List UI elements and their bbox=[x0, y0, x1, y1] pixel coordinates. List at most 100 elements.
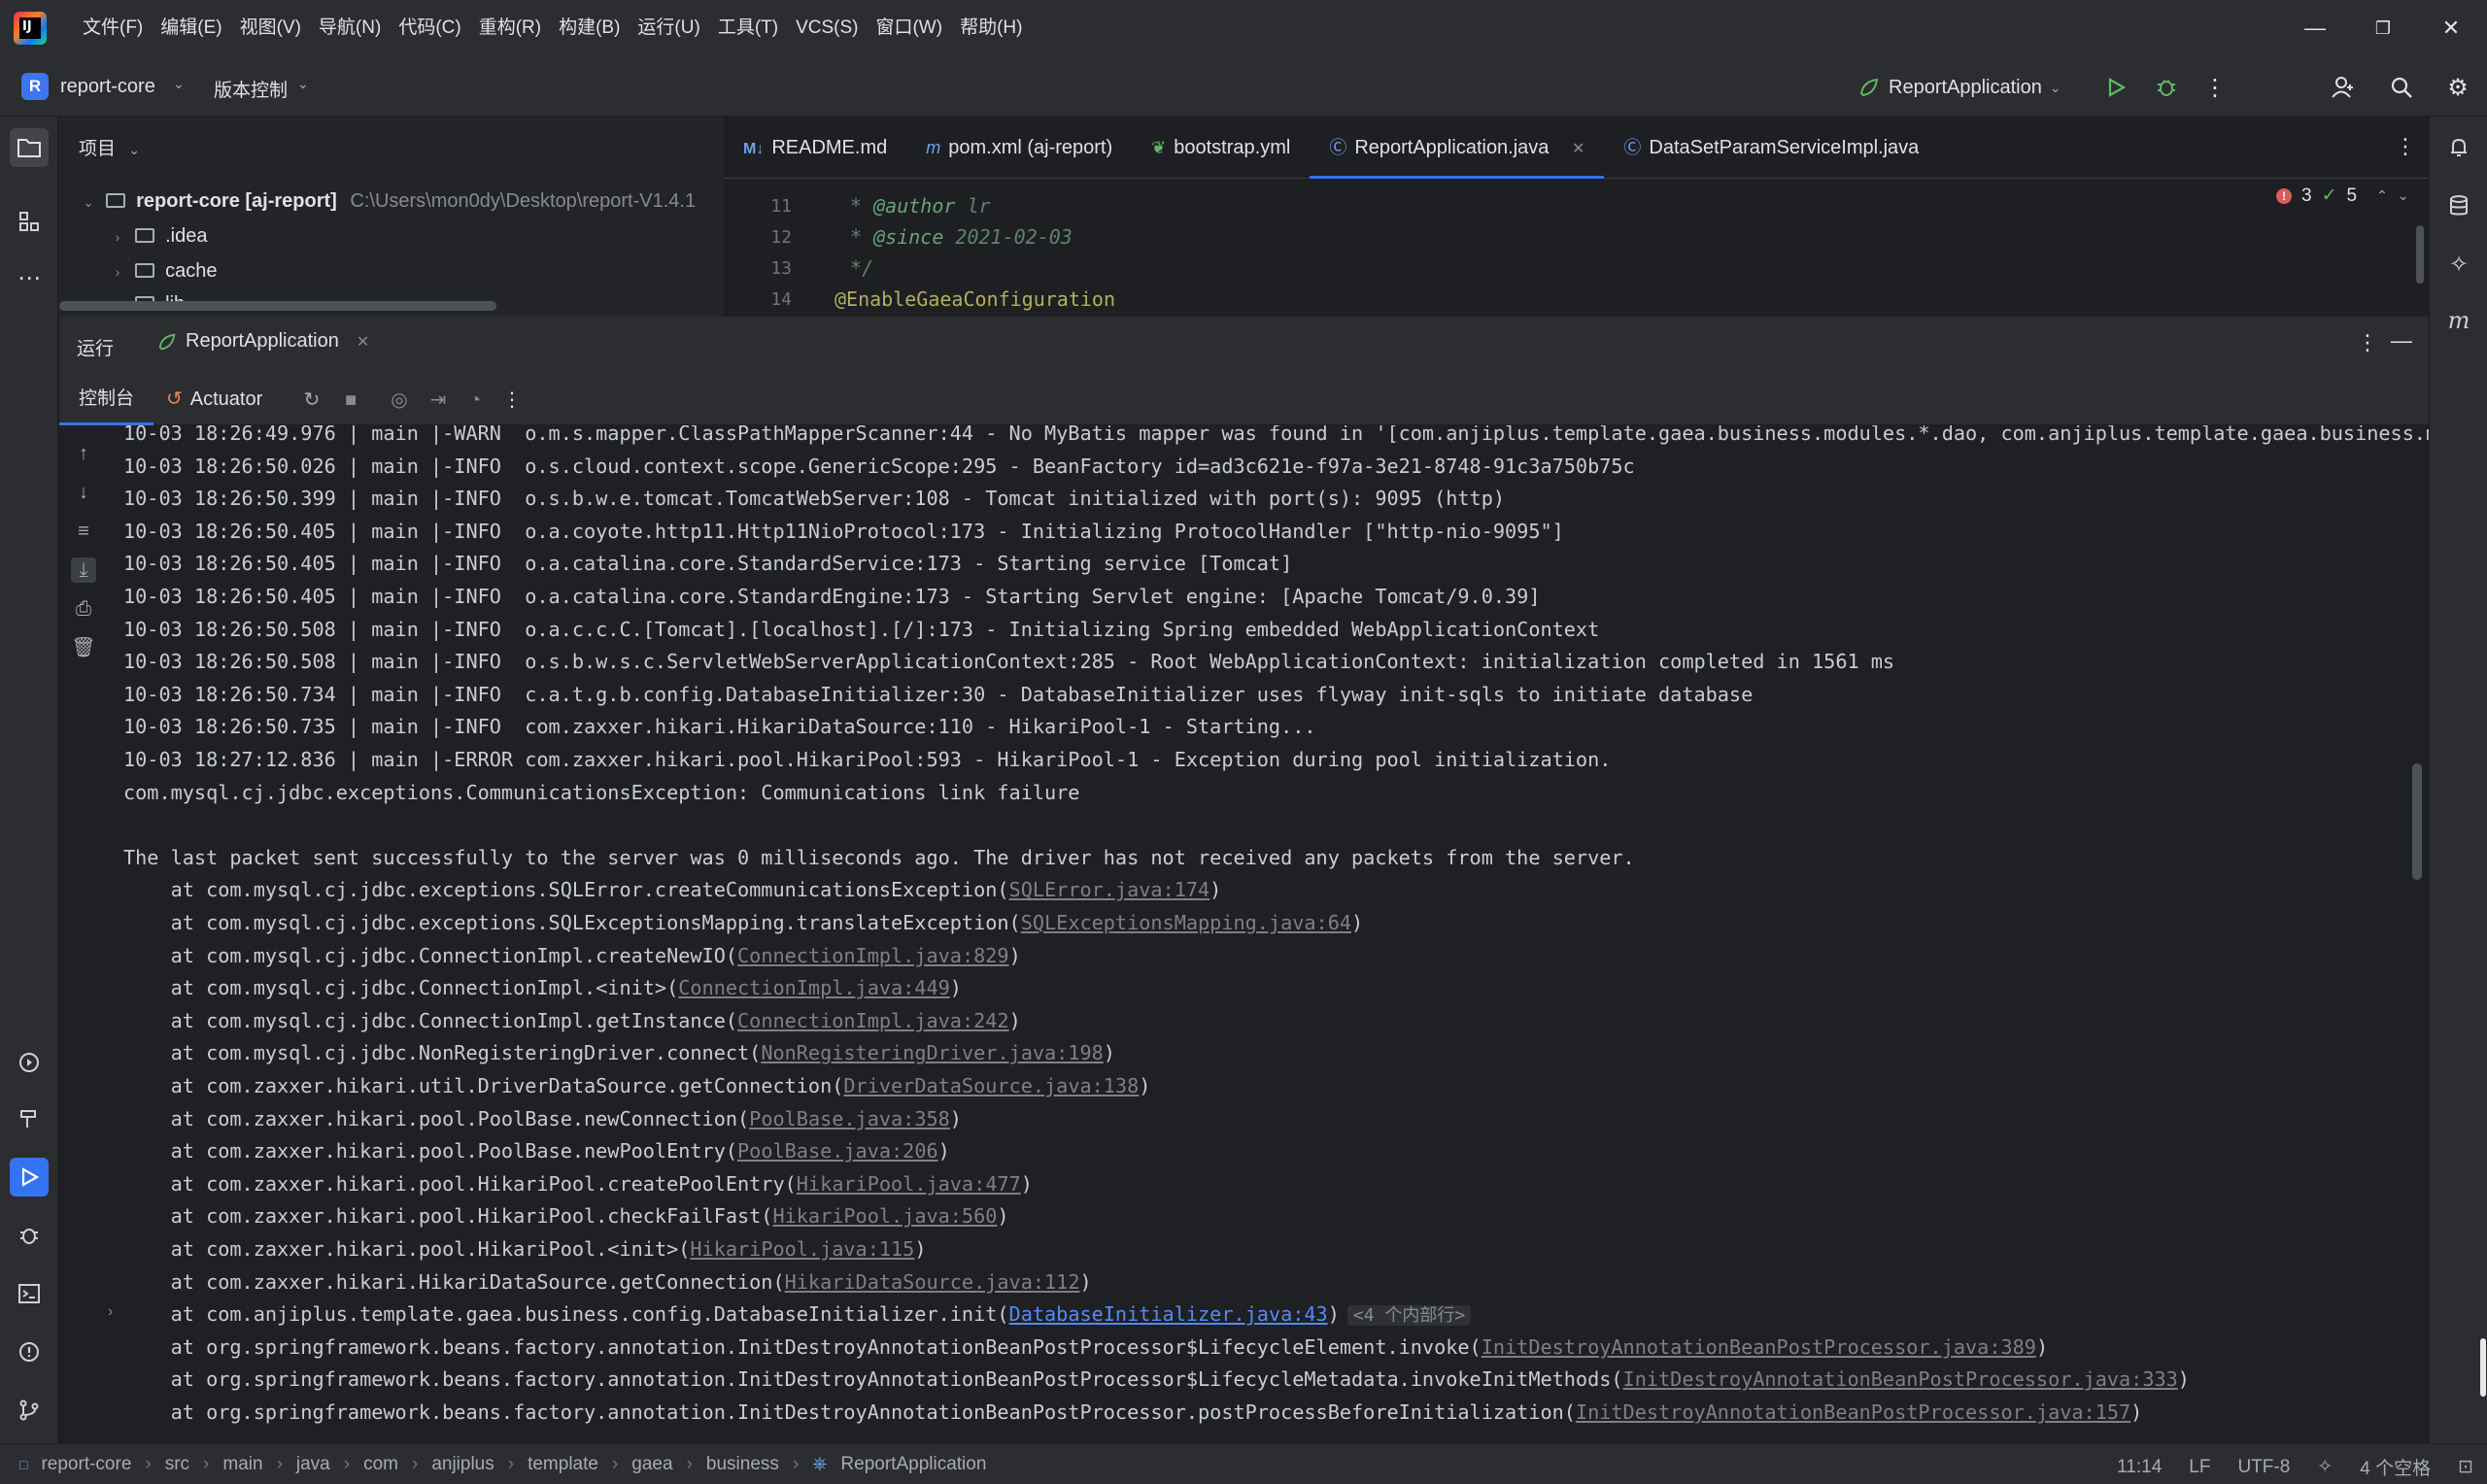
source-link[interactable]: HikariPool.java:115 bbox=[690, 1237, 914, 1261]
source-link[interactable]: HikariPool.java:560 bbox=[772, 1204, 997, 1228]
menu-item[interactable]: 编辑(E) bbox=[152, 0, 230, 56]
ai-assistant-icon[interactable]: ✧ bbox=[2439, 245, 2478, 284]
structure-icon[interactable] bbox=[10, 202, 49, 241]
print-icon[interactable]: ⎙ bbox=[71, 596, 96, 622]
breadcrumb-item[interactable]: main bbox=[222, 1454, 262, 1475]
breadcrumb-item[interactable]: report-core bbox=[41, 1454, 131, 1475]
run-tool-icon[interactable] bbox=[10, 1158, 49, 1197]
more-actions-button[interactable]: ⋮ bbox=[2197, 70, 2232, 105]
chevron-up-icon[interactable]: ⌃ bbox=[2376, 187, 2388, 204]
console-scrollbar[interactable] bbox=[2412, 763, 2422, 880]
project-folder-icon[interactable] bbox=[10, 128, 49, 167]
lock-icon[interactable]: ⊡ bbox=[2458, 1456, 2473, 1478]
services-icon[interactable] bbox=[10, 1043, 49, 1082]
run-config-dropdown[interactable]: ReportApplication ⌄ bbox=[1857, 70, 2061, 105]
menu-item[interactable]: VCS(S) bbox=[787, 0, 867, 56]
notifications-bell-icon[interactable] bbox=[2439, 128, 2478, 167]
add-user-icon[interactable] bbox=[2326, 70, 2361, 105]
source-link[interactable]: HikariDataSource.java:112 bbox=[785, 1270, 1080, 1294]
close-tab-icon[interactable]: ✕ bbox=[1572, 141, 1584, 157]
chevron-down-icon[interactable]: ⌄ bbox=[297, 76, 309, 92]
source-link[interactable]: PoolBase.java:206 bbox=[737, 1139, 938, 1163]
scroll-to-end-icon[interactable]: ⤓ bbox=[71, 557, 96, 583]
problems-icon[interactable] bbox=[10, 1332, 49, 1371]
arrow-up-icon[interactable]: ↑ bbox=[71, 441, 96, 466]
menu-item[interactable]: 视图(V) bbox=[231, 0, 310, 56]
horizontal-scrollbar[interactable] bbox=[59, 301, 496, 311]
source-link[interactable]: DatabaseInitializer.java:43 bbox=[1009, 1302, 1328, 1326]
more-options-icon[interactable]: ⋮ bbox=[2357, 330, 2378, 355]
chevron-down-icon[interactable]: ⌄ bbox=[77, 186, 100, 219]
menu-item[interactable]: 帮助(H) bbox=[951, 0, 1031, 56]
settings-gear-icon[interactable]: ⚙ bbox=[2440, 70, 2475, 105]
chevron-right-icon[interactable]: › bbox=[106, 220, 129, 253]
code-line[interactable]: @EnableGaeaConfiguration bbox=[835, 287, 1115, 311]
more-options-icon[interactable]: ⋮ bbox=[498, 387, 526, 414]
caret-position[interactable]: 11:14 bbox=[2117, 1457, 2162, 1478]
terminal-icon[interactable] bbox=[10, 1274, 49, 1313]
console-output[interactable]: 10-03 18:26:49.976 | main |-WARN o.m.s.m… bbox=[123, 425, 2429, 1443]
run-tab-report-application[interactable]: ReportApplication ✕ bbox=[156, 330, 369, 353]
source-link[interactable]: InitDestroyAnnotationBeanPostProcessor.j… bbox=[1482, 1335, 2036, 1359]
exit-icon[interactable]: ⇥ bbox=[425, 387, 452, 414]
tab-bootstrap[interactable]: ❦ bootstrap.yml bbox=[1132, 117, 1310, 179]
tab-report-application[interactable]: Ⓒ ReportApplication.java ✕ bbox=[1310, 117, 1605, 179]
rerun-icon[interactable]: ↻ bbox=[298, 387, 325, 414]
snapshot-icon[interactable]: ◎ bbox=[386, 387, 413, 414]
menu-item[interactable]: 代码(C) bbox=[390, 0, 469, 56]
tab-console[interactable]: 控制台 bbox=[59, 373, 154, 425]
breadcrumb-item[interactable]: anjiplus bbox=[431, 1454, 494, 1475]
source-link[interactable]: SQLExceptionsMapping.java:64 bbox=[1021, 911, 1351, 934]
menu-item[interactable]: 导航(N) bbox=[310, 0, 390, 56]
build-hammer-icon[interactable] bbox=[10, 1099, 49, 1138]
chevron-down-icon[interactable]: ⌄ bbox=[173, 76, 185, 92]
ai-assistant-icon[interactable]: ✧ bbox=[2317, 1456, 2333, 1478]
git-branch-icon[interactable] bbox=[10, 1391, 49, 1430]
code-line[interactable]: * @author lr bbox=[838, 194, 991, 218]
source-link[interactable]: NonRegisteringDriver.java:198 bbox=[761, 1041, 1103, 1064]
folded-lines-badge[interactable]: <4 个内部行> bbox=[1346, 1305, 1472, 1327]
source-link[interactable]: InitDestroyAnnotationBeanPostProcessor.j… bbox=[1623, 1367, 2178, 1391]
tree-item-idea[interactable]: › .idea bbox=[106, 219, 208, 253]
tab-dataset-param[interactable]: Ⓒ DataSetParamServiceImpl.java bbox=[1604, 117, 1938, 179]
chevron-right-icon[interactable]: › bbox=[106, 255, 129, 288]
menu-item[interactable]: 文件(F) bbox=[74, 0, 152, 56]
code-line[interactable]: * @since 2021-02-03 bbox=[838, 225, 1073, 249]
source-link[interactable]: HikariPool.java:477 bbox=[797, 1172, 1021, 1196]
arrow-down-icon[interactable]: ↓ bbox=[71, 480, 96, 505]
menu-item[interactable]: 窗口(W) bbox=[867, 0, 951, 56]
breadcrumb-item[interactable]: src bbox=[165, 1454, 189, 1475]
run-button[interactable] bbox=[2098, 70, 2133, 105]
menu-item[interactable]: 构建(B) bbox=[550, 0, 629, 56]
source-link[interactable]: ConnectionImpl.java:449 bbox=[678, 976, 950, 999]
source-link[interactable]: InitDestroyAnnotationBeanPostProcessor.j… bbox=[1576, 1400, 2130, 1424]
soft-wrap-icon[interactable]: ≡ bbox=[71, 519, 96, 544]
menu-item[interactable]: 重构(R) bbox=[470, 0, 550, 56]
minimize-button[interactable]: — bbox=[2281, 0, 2349, 56]
stop-icon[interactable]: ■ bbox=[337, 387, 364, 414]
breadcrumb-item[interactable]: gaea bbox=[631, 1454, 672, 1475]
maven-icon[interactable]: m bbox=[2439, 301, 2478, 340]
dump-icon[interactable]: ◔ bbox=[461, 387, 489, 414]
search-icon[interactable] bbox=[2384, 70, 2419, 105]
source-link[interactable]: PoolBase.java:358 bbox=[749, 1107, 950, 1130]
editor-scrollbar[interactable] bbox=[2416, 225, 2424, 284]
more-tabs-icon[interactable]: ⋮ bbox=[2395, 134, 2416, 159]
breadcrumb-item[interactable]: com bbox=[363, 1454, 398, 1475]
menu-item[interactable]: 工具(T) bbox=[709, 0, 787, 56]
tab-actuator[interactable]: ↺ Actuator bbox=[166, 373, 262, 425]
tab-readme[interactable]: M↓ README.md bbox=[724, 117, 906, 179]
breadcrumb-item[interactable]: ReportApplication bbox=[840, 1454, 986, 1475]
project-view-dropdown[interactable]: 项目 ⌄ bbox=[79, 134, 140, 160]
tree-item-cache[interactable]: › cache bbox=[106, 254, 218, 287]
close-tab-icon[interactable]: ✕ bbox=[357, 332, 369, 352]
minimize-panel-icon[interactable]: — bbox=[2391, 328, 2412, 354]
fold-chevron-icon[interactable]: › bbox=[108, 1303, 113, 1321]
source-link[interactable]: SQLError.java:174 bbox=[1009, 878, 1210, 901]
vcs-dropdown[interactable]: 版本控制 bbox=[214, 76, 288, 102]
file-encoding[interactable]: UTF-8 bbox=[2237, 1457, 2290, 1478]
trash-icon[interactable]: 🗑 bbox=[71, 635, 96, 660]
line-separator[interactable]: LF bbox=[2189, 1457, 2210, 1478]
chevron-down-icon[interactable]: ⌄ bbox=[2398, 187, 2409, 204]
source-link[interactable]: ConnectionImpl.java:829 bbox=[737, 944, 1009, 967]
